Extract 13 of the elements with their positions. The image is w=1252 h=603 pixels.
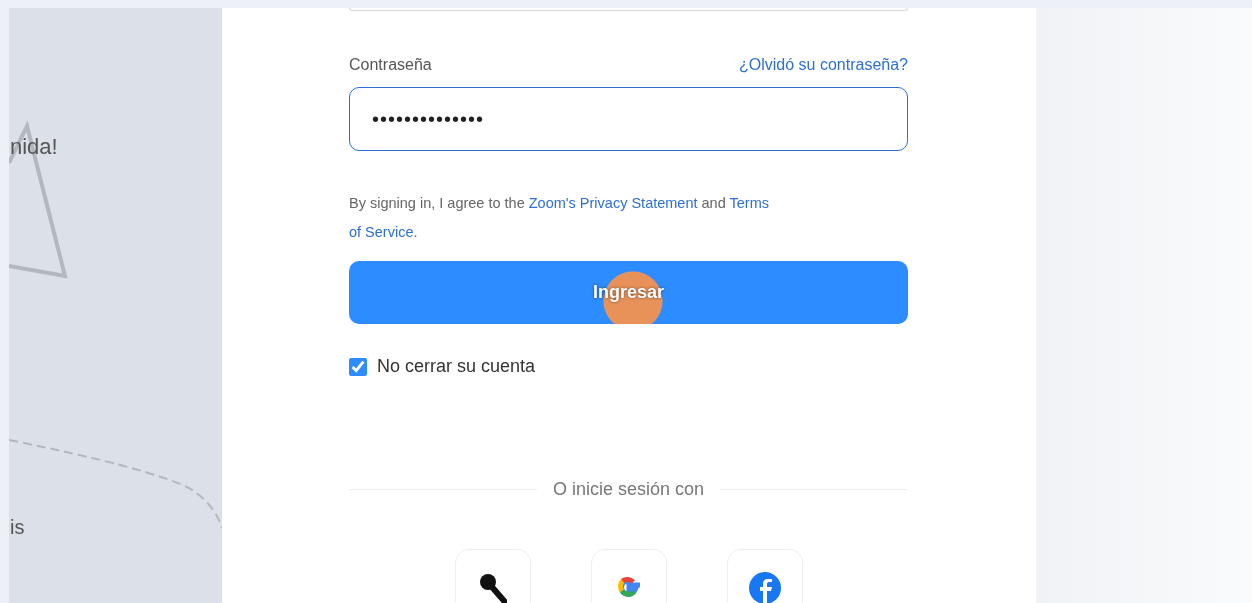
welcome-text: nida! <box>10 133 58 161</box>
terms-link[interactable]: of Service <box>349 224 414 240</box>
forgot-password-link[interactable]: ¿Olvidó su contraseña? <box>739 53 908 77</box>
password-label: Contraseña <box>349 55 432 75</box>
agreement-text: By signing in, I agree to the Zoom's Privacy Statement and Terms of Service. <box>349 194 770 242</box>
terms-link[interactable]: Terms <box>729 195 769 211</box>
divider-text: O inicie sesión con <box>552 478 705 501</box>
sign-in-option-button[interactable] <box>454 549 531 603</box>
password-field[interactable]: •••••••••••••• <box>349 87 908 151</box>
checkbox-label: No cerrar su cuenta <box>377 355 536 378</box>
text: is <box>10 515 25 540</box>
privacy-link[interactable]: Zoom's Privacy Statement <box>528 195 698 211</box>
checkbox[interactable] <box>349 357 367 376</box>
